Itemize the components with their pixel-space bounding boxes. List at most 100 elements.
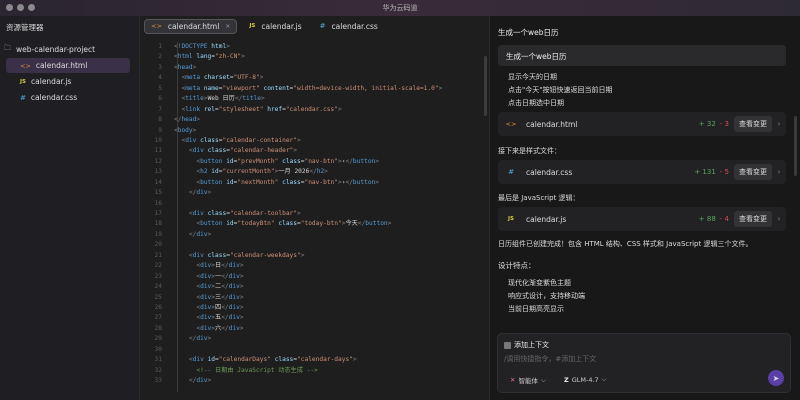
line-number: 26 (154, 303, 162, 311)
file-calendar-js[interactable]: JS calendar.js (6, 74, 130, 89)
line-number: 4 (158, 74, 162, 82)
line-number: 27 (154, 314, 162, 322)
chat-input[interactable]: /调用快捷指令，#添加上下文 (504, 354, 596, 364)
code-line: 4 <meta charset="UTF-8"> (140, 73, 480, 83)
code-text: <div>四</div> (196, 303, 244, 311)
chevron-right-icon[interactable]: › (772, 168, 786, 176)
line-number: 7 (158, 105, 162, 113)
project-folder[interactable]: 🗀 web-calendar-project (4, 42, 128, 57)
chevron-right-icon[interactable]: › (772, 215, 786, 223)
code-line: 19 </div> (140, 230, 480, 240)
code-text: <title>Web 日历</title> (181, 95, 265, 103)
tab-calendar-html[interactable]: <> calendar.html × (144, 18, 238, 34)
code-line: 12 <button id="prevMonth" class="nav-btn… (140, 157, 480, 167)
code-text: <h2 id="currentMonth">一月 2026</h2> (196, 168, 329, 176)
line-number: 3 (158, 63, 162, 71)
code-line: 9 <body> (140, 126, 480, 136)
code-line: 8 </head> (140, 115, 480, 125)
model-selector[interactable]: Z GLM-4.7 ⌵ (564, 375, 607, 384)
code-text: <button id="todayBtn" class="today-btn">… (196, 220, 392, 228)
line-number: 23 (154, 272, 162, 280)
code-line: 1 <!DOCTYPE html> (140, 42, 480, 52)
view-changes-button[interactable]: 查看变更 (734, 116, 772, 132)
tab-calendar-js[interactable]: JS calendar.js (243, 19, 307, 34)
code-text: <div class="calendar-container"> (181, 136, 301, 144)
features-title: 设计特点： (498, 261, 536, 270)
code-line: 22 <div>日</div> (140, 261, 480, 271)
chat-title: 生成一个web日历 (498, 28, 559, 37)
line-number: 1 (158, 43, 162, 50)
chat-scrollbar[interactable] (794, 116, 797, 176)
view-changes-button[interactable]: 查看变更 (734, 164, 772, 180)
line-number: 24 (154, 283, 162, 291)
code-line: 25 <div>三</div> (140, 293, 480, 303)
code-line: 15 </div> (140, 188, 480, 198)
chevron-down-icon: ⌵ (601, 375, 607, 383)
close-tab-icon[interactable]: × (225, 23, 230, 30)
file-calendar-html[interactable]: <> calendar.html (6, 58, 130, 73)
chevron-down-icon: ⌵ (540, 375, 546, 384)
title-bar: 华为云码道 (0, 0, 800, 16)
view-changes-button[interactable]: 查看变更 (734, 211, 772, 227)
line-number: 33 (154, 377, 162, 384)
code-line: 6 <title>Web 日历</title> (140, 94, 480, 104)
send-button[interactable]: ➤ (768, 370, 784, 386)
chevron-right-icon[interactable]: › (772, 120, 786, 128)
code-line: 14 <button id="nextMonth" class="nav-btn… (140, 178, 480, 188)
code-text: </div> (188, 335, 212, 343)
code-line: 33 </div> (140, 376, 480, 386)
summary-text: 日历组件已创建完成！包含 HTML 结构、CSS 样式和 JavaScript … (498, 240, 753, 248)
code-text: <link rel="stylesheet" href="calendar.cs… (181, 105, 342, 113)
file-calendar-css[interactable]: # calendar.css (6, 90, 130, 105)
code-line: 2 <html lang="zh-CN"> (140, 52, 480, 62)
line-number: 12 (154, 157, 162, 165)
line-number: 13 (154, 168, 162, 176)
agent-icon: ✕ (510, 376, 516, 384)
list-item: 点击日期选中日期 (508, 99, 564, 107)
add-context-button[interactable]: 添加上下文 (504, 340, 549, 350)
feature-item: 响应式设计，支持移动端 (508, 292, 585, 300)
chat-input-box[interactable]: 添加上下文 /调用快捷指令，#添加上下文 ✕ 智能体 ⌵ Z GLM-4.7 ⌵ ➤ (497, 333, 791, 393)
folder-icon: 🗀 (4, 44, 11, 52)
zhipu-logo-icon: Z (564, 375, 569, 384)
line-number: 21 (154, 251, 162, 259)
editor-scrollbar[interactable] (484, 56, 487, 116)
code-area[interactable]: 1 <!DOCTYPE html> 2 <html lang="zh-CN"> 3 <he… (140, 42, 480, 386)
feature-item: 当前日期高亮显示 (508, 305, 564, 313)
line-number: 15 (154, 189, 162, 197)
code-line: 30 (140, 345, 480, 355)
line-number: 8 (158, 116, 162, 124)
code-text: <body> (174, 126, 197, 134)
code-text: <div>日</div> (196, 262, 244, 270)
file-change-card-js[interactable]: JS calendar.js + 88- 4 查看变更 › (498, 207, 786, 231)
line-number: 18 (154, 220, 162, 228)
line-number: 16 (154, 199, 162, 207)
code-text: <div>六</div> (196, 324, 244, 332)
code-text: <div class="calendar-toolbar"> (188, 210, 301, 217)
code-line: 3 <head> (140, 63, 480, 73)
code-text: <div>五</div> (196, 314, 244, 322)
css-file-icon: # (319, 22, 326, 30)
list-item: 显示今天的日期 (508, 73, 557, 81)
code-text: <div>二</div> (196, 283, 244, 291)
explorer-header: 资源管理器 (6, 23, 44, 32)
file-change-card-css[interactable]: # calendar.css + 131- 5 查看变更 › (498, 160, 786, 184)
agent-selector[interactable]: ✕ 智能体 ⌵ (510, 375, 546, 386)
code-line: 29 </div> (140, 334, 480, 344)
code-line: 26 <div>四</div> (140, 303, 480, 313)
line-number: 31 (154, 356, 162, 364)
line-number: 11 (154, 147, 162, 155)
html-file-icon: <> (505, 120, 517, 128)
code-text: <!DOCTYPE html> (174, 43, 230, 50)
code-line: 20 (140, 240, 480, 250)
list-item: 点击"今天"按钮快速返回当前日期 (508, 86, 613, 94)
tab-calendar-css[interactable]: # calendar.css (314, 19, 384, 34)
code-text: <meta name="viewport" content="width=dev… (181, 84, 443, 92)
code-editor[interactable]: <> calendar.html × JS calendar.js # calendar… (140, 16, 490, 400)
line-number: 22 (154, 262, 162, 270)
js-file-icon: JS (507, 216, 514, 222)
code-text: <meta charset="UTF-8"> (181, 74, 264, 82)
line-number: 10 (154, 136, 162, 144)
line-number: 25 (154, 293, 162, 301)
file-change-card-html[interactable]: <> calendar.html + 32- 3 查看变更 › (498, 112, 786, 136)
